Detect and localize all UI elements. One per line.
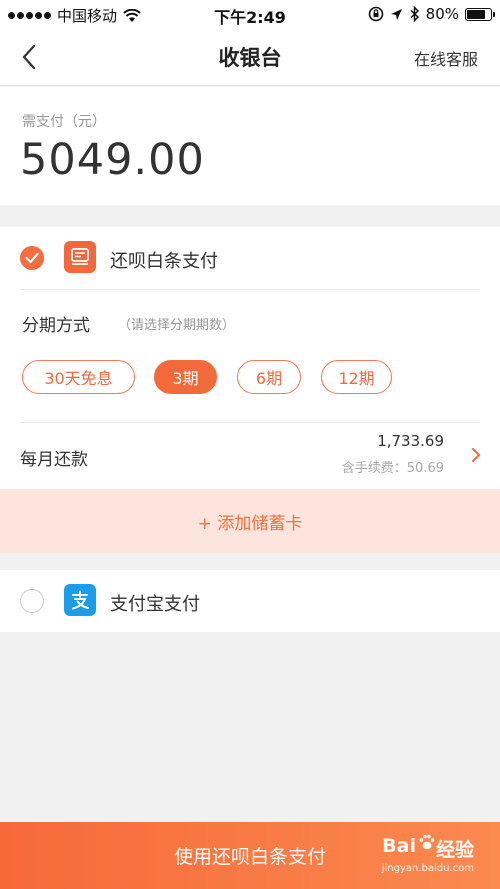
add-debit-card-button[interactable]: + 添加储蓄卡 — [0, 489, 500, 553]
chevron-right-icon[interactable] — [470, 447, 482, 463]
watermark-text: Bai 经验 — [382, 835, 474, 861]
divider — [20, 422, 480, 423]
installment-title: 分期方式 — [22, 316, 90, 336]
nav-bar: 收银台 在线客服 — [0, 28, 500, 86]
period-option-12[interactable]: 12期 — [321, 360, 392, 394]
alipay-logo-icon — [64, 584, 96, 616]
baidu-paw-icon — [419, 834, 435, 850]
online-service-link[interactable]: 在线客服 — [414, 46, 478, 70]
baitiao-section: 还呗白条支付 分期方式 （请选择分期期数） 30天免息 3期 6期 12期 每月… — [0, 227, 500, 553]
alipay-label: 支付宝支付 — [110, 594, 200, 615]
watermark-url: jingyan.baidu.com — [381, 863, 474, 874]
period-option-6[interactable]: 6期 — [237, 360, 301, 394]
battery-percent: 80% — [425, 5, 459, 23]
alipay-method-row[interactable]: 支付宝支付 — [0, 570, 500, 632]
unselected-radio-icon[interactable] — [20, 589, 44, 613]
baitiao-label: 还呗白条支付 — [110, 251, 218, 272]
baitiao-logo-icon — [64, 241, 96, 273]
baidu-jingyan-watermark: Bai 经验 jingyan.baidu.com — [382, 833, 474, 879]
monthly-payment-label: 每月还款 — [20, 450, 88, 470]
baitiao-method-row[interactable]: 还呗白条支付 — [0, 227, 500, 289]
period-option-3[interactable]: 3期 — [154, 360, 217, 394]
battery-icon — [465, 7, 495, 21]
monthly-fee-note: 含手续费：50.69 — [341, 461, 444, 476]
divider — [20, 289, 480, 290]
monthly-payment-amount: 1,733.69 — [377, 432, 444, 450]
status-bar: 中国移动 下午2:49 80% — [0, 0, 500, 28]
installment-hint: （请选择分期期数） — [118, 318, 236, 333]
period-option-30-days[interactable]: 30天免息 — [22, 360, 135, 394]
amount-label: 需支付（元） — [22, 114, 106, 130]
location-arrow-icon — [390, 8, 402, 20]
bluetooth-icon — [410, 6, 419, 22]
amount-section: 需支付（元） 5049.00 — [0, 87, 500, 205]
selected-check-icon[interactable] — [20, 246, 44, 270]
amount-value: 5049.00 — [20, 135, 205, 185]
orientation-lock-icon — [368, 6, 383, 22]
